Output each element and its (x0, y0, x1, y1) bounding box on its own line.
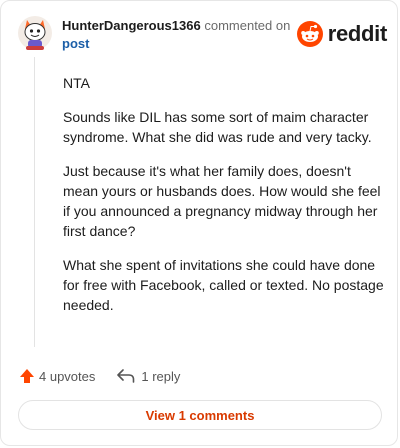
upvotes-count: 4 upvotes (39, 368, 96, 384)
comment-meta: HunterDangerous1366 commented on post (62, 17, 302, 53)
comment-paragraph: Just because it's what her family does, … (63, 163, 381, 239)
view-comments-button[interactable]: View 1 comments (18, 400, 382, 430)
comment-paragraph: Sounds like DIL has some sort of maim ch… (63, 109, 372, 145)
avatar[interactable] (17, 15, 53, 51)
brand-name: reddit (327, 21, 388, 46)
reply-button[interactable]: 1 reply (117, 369, 180, 384)
comment-paragraph: What she spent of invitations she could … (63, 257, 384, 313)
reply-arrow-icon (117, 369, 135, 383)
comment-header: HunterDangerous1366 commented on post re… (17, 13, 387, 57)
reply-count: 1 reply (141, 368, 181, 384)
thread-line (34, 57, 35, 347)
upvote-button[interactable]: 4 upvotes (19, 368, 95, 384)
action-text: commented on (204, 18, 291, 33)
comment-actions: 4 upvotes 1 reply (19, 365, 180, 387)
upvote-arrow-icon (20, 369, 34, 383)
username[interactable]: HunterDangerous1366 (62, 18, 201, 33)
comment-paragraph: NTA (63, 75, 90, 91)
comment-body: NTA Sounds like DIL has some sort of mai… (63, 73, 385, 329)
comment-card: HunterDangerous1366 commented on post re… (0, 0, 398, 446)
reddit-brand[interactable]: reddit (296, 21, 388, 47)
reddit-logo-icon (296, 21, 323, 47)
post-link[interactable]: post (62, 35, 302, 53)
